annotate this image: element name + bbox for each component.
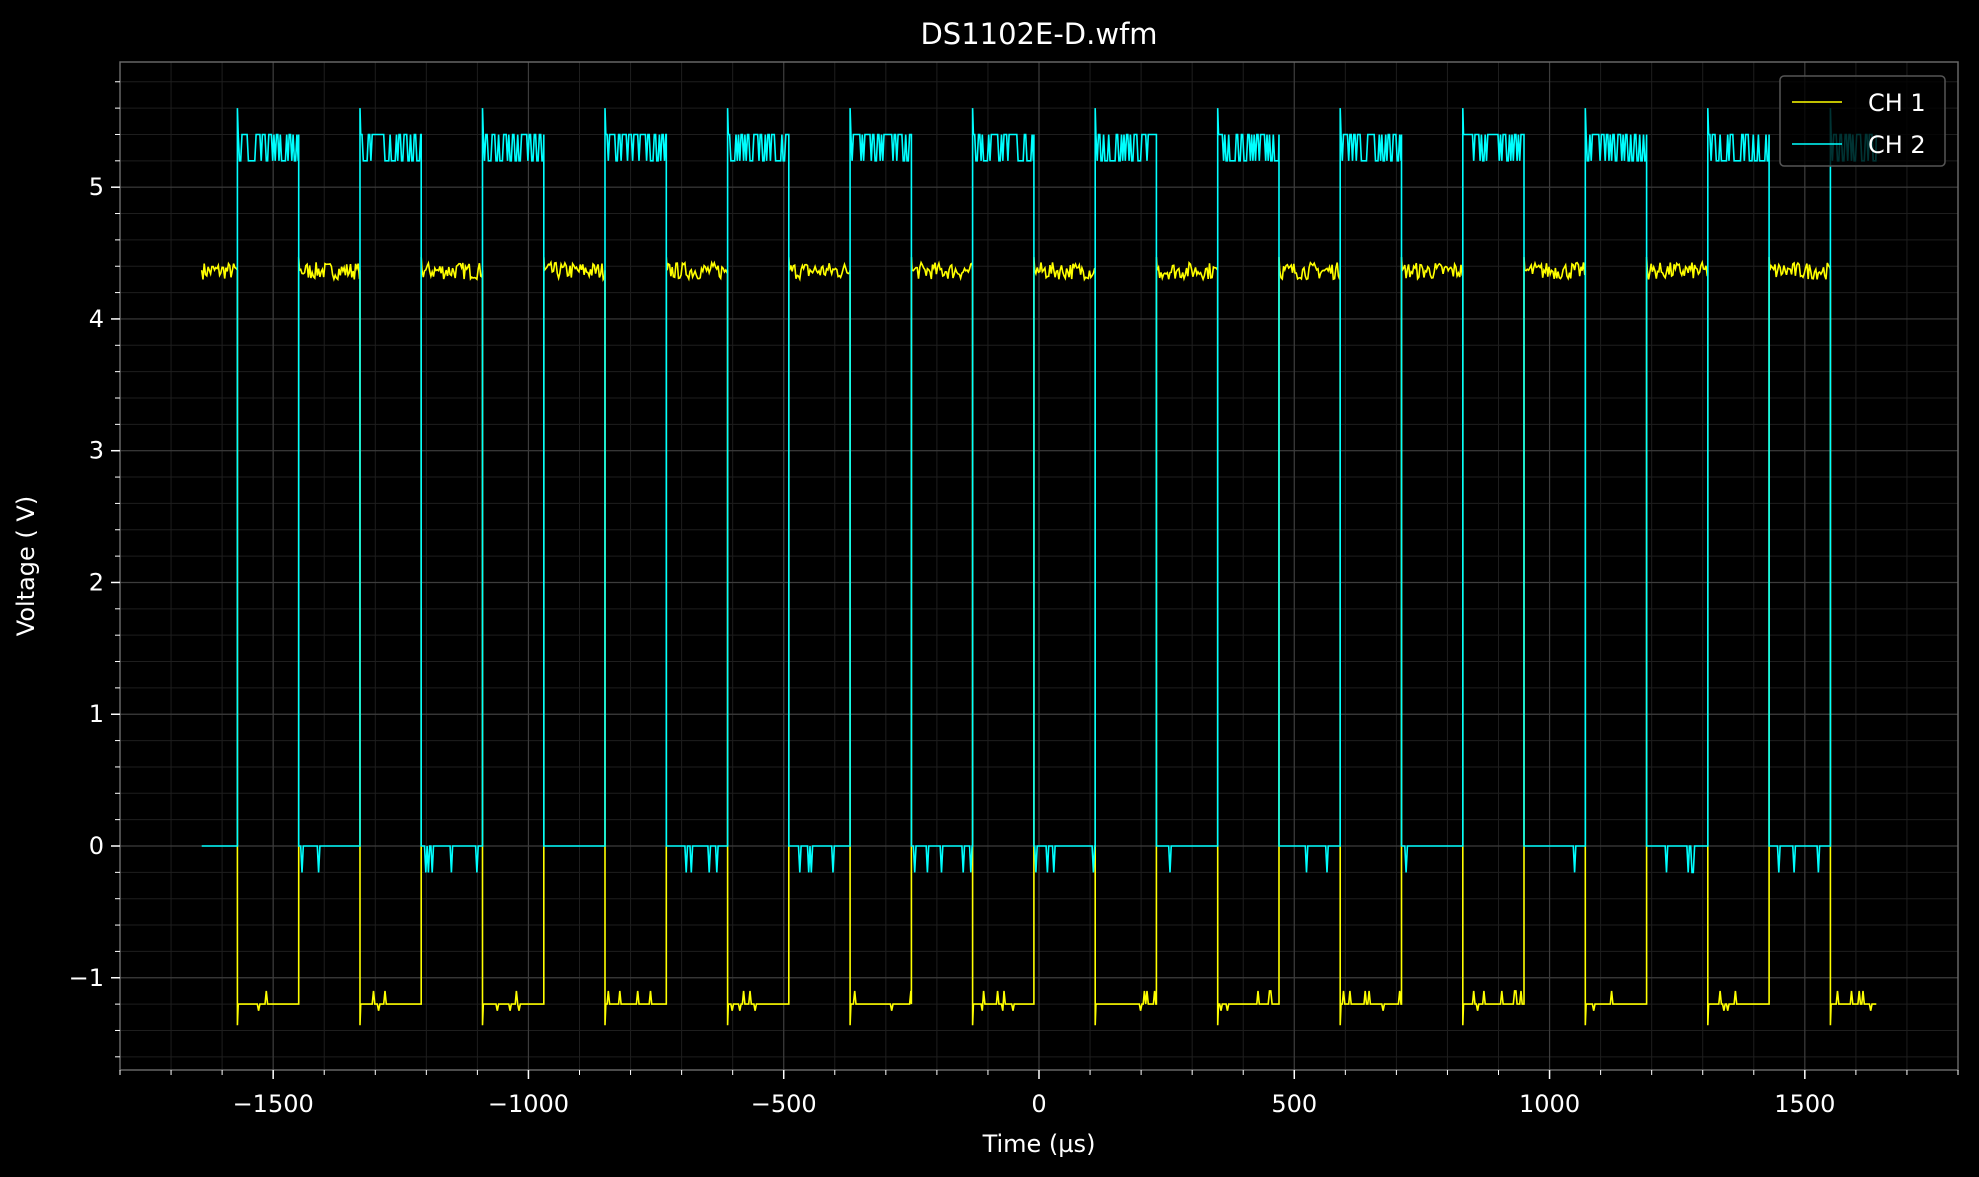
y-tick-label: 3	[89, 437, 104, 465]
y-tick-label: −1	[69, 964, 104, 992]
legend-label-ch1: CH 1	[1868, 89, 1926, 117]
x-tick-label: 1000	[1519, 1090, 1580, 1118]
chart-title: DS1102E-D.wfm	[920, 17, 1157, 51]
y-tick-label: 0	[89, 832, 104, 860]
waveform-chart: −1500 −1000 −500 0 500 1000 1500 −1 0 1 2 3 4 5 DS110…	[0, 0, 1979, 1177]
figure-background	[0, 0, 1979, 1177]
x-axis-title: Time (µs)	[982, 1130, 1096, 1158]
x-tick-label: −1500	[233, 1090, 314, 1118]
y-tick-label: 2	[89, 568, 104, 596]
x-tick-label: 500	[1271, 1090, 1317, 1118]
y-tick-label: 5	[89, 173, 104, 201]
x-tick-label: 1500	[1774, 1090, 1835, 1118]
x-tick-label: −500	[751, 1090, 817, 1118]
x-tick-label: 0	[1031, 1090, 1046, 1118]
y-axis-title: Voltage ( V)	[12, 496, 40, 636]
legend-label-ch2: CH 2	[1868, 131, 1926, 159]
legend: CH 1 CH 2	[1779, 75, 1946, 167]
y-tick-label: 1	[89, 700, 104, 728]
x-tick-label: −1000	[488, 1090, 569, 1118]
y-tick-label: 4	[89, 305, 104, 333]
chart-container: −1500 −1000 −500 0 500 1000 1500 −1 0 1 2 3 4 5 DS110…	[0, 0, 1979, 1177]
